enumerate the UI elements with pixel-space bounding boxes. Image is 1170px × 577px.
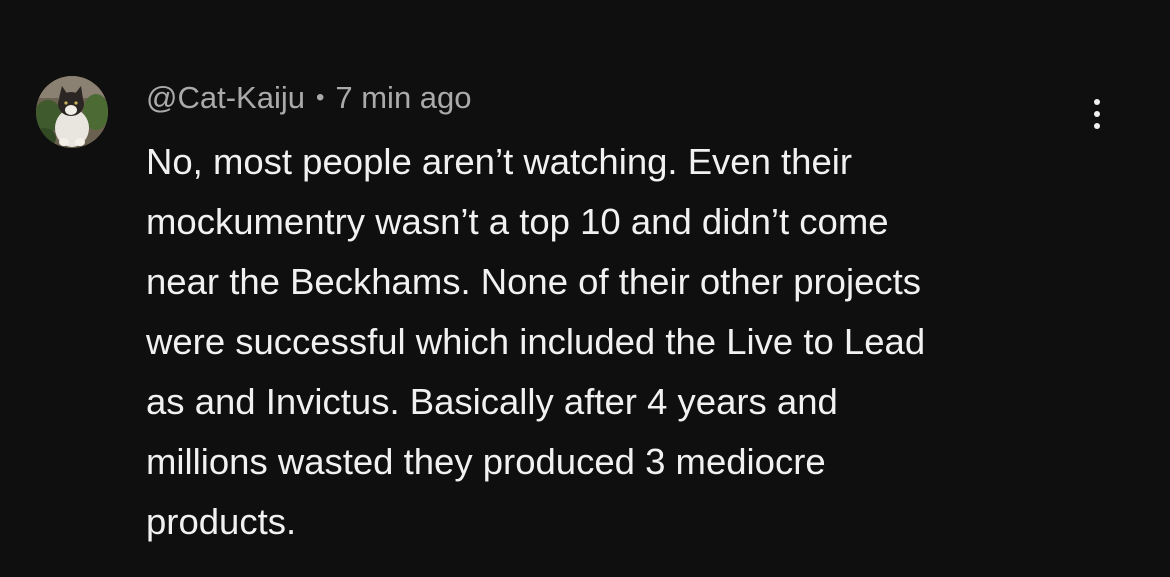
cat-photo-avatar-icon	[36, 76, 108, 148]
comment-text-line: mockumentry wasn’t a top 10 and didn’t c…	[146, 201, 889, 242]
comment-text-line: millions wasted they produced 3 mediocre	[146, 441, 826, 482]
comment-text-line: products.	[146, 501, 297, 542]
more-vertical-icon	[1094, 99, 1100, 105]
meta-separator: •	[315, 84, 325, 111]
comment-header: @Cat-Kaiju • 7 min ago	[146, 78, 472, 118]
more-vertical-icon-dot	[1094, 123, 1100, 129]
comment-text-line: were successful which included the Live …	[146, 321, 926, 362]
avatar[interactable]	[36, 76, 108, 148]
more-options-button[interactable]	[1080, 92, 1114, 136]
comment-timestamp[interactable]: 7 min ago	[335, 80, 471, 116]
comment-text-line: No, most people aren’t watching. Even th…	[146, 141, 853, 182]
comment-text: No, most people aren’t watching. Even th…	[146, 132, 1136, 552]
comment-item: @Cat-Kaiju • 7 min ago No, most people a…	[0, 0, 1170, 577]
author-name[interactable]: @Cat-Kaiju	[146, 80, 305, 116]
comment-text-line: near the Beckhams. None of their other p…	[146, 261, 922, 302]
comment-text-line: as and Invictus. Basically after 4 years…	[146, 381, 838, 422]
more-vertical-icon-dot	[1094, 111, 1100, 117]
